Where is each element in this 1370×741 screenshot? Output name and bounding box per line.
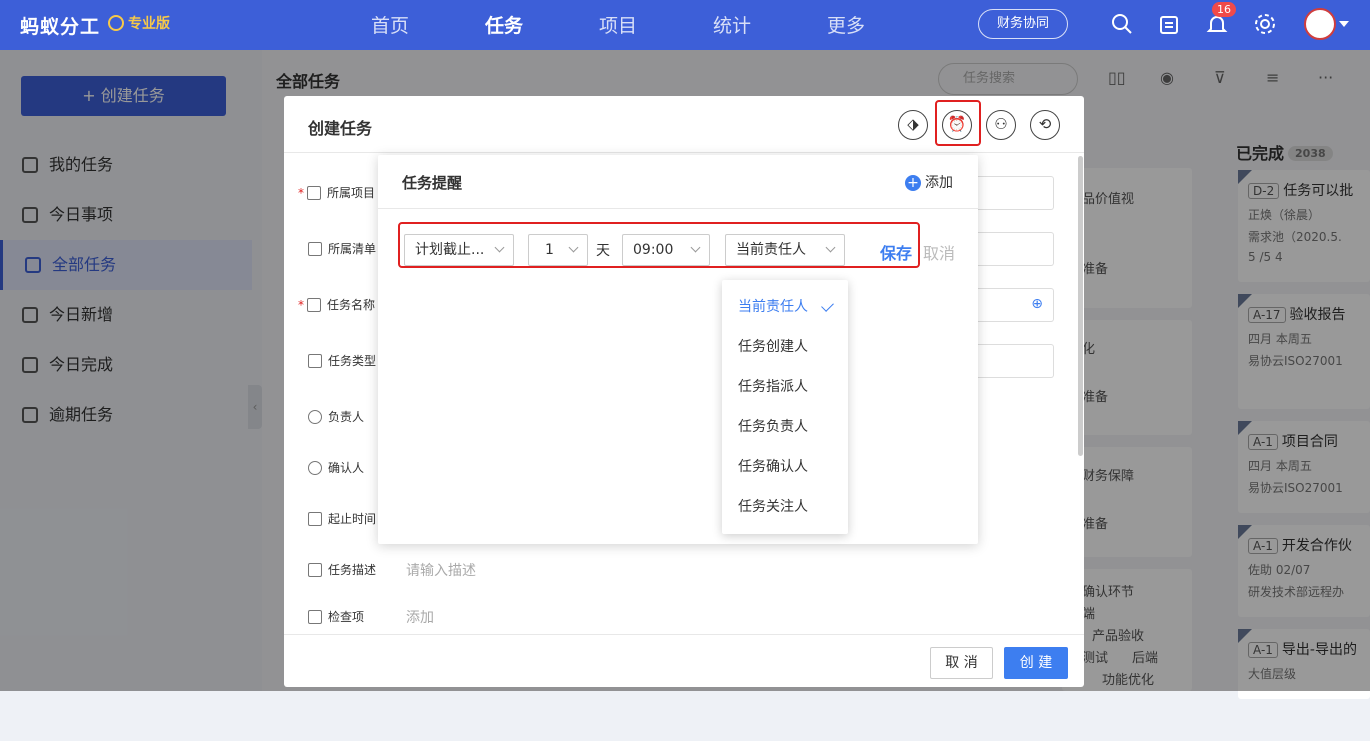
notification-badge: 16 — [1212, 2, 1236, 17]
modal-footer: 取 消 创 建 — [284, 634, 1084, 687]
users-icon[interactable]: ⚇ — [986, 110, 1016, 140]
type-icon — [308, 354, 322, 368]
field-label: 所属清单 — [328, 242, 377, 256]
repeat-icon[interactable]: ⟲ — [1030, 110, 1060, 140]
field-label: 负责人 — [328, 410, 365, 424]
field-description: 任务描述 — [308, 561, 376, 578]
checklist-add[interactable]: 添加 — [406, 607, 434, 627]
description-input[interactable]: 请输入描述 — [406, 560, 476, 580]
task-type-select[interactable] — [978, 344, 1054, 378]
edition-label: 专业版 — [128, 16, 170, 32]
field-assignee: 负责人 — [308, 408, 364, 425]
calendar-icon — [308, 512, 322, 526]
field-label: 检查项 — [328, 610, 365, 624]
divider — [378, 208, 978, 209]
reminder-title: 任务提醒 — [402, 174, 463, 192]
field-label: 任务类型 — [328, 354, 377, 368]
field-label: 任务名称 — [327, 298, 376, 312]
recipient-dropdown: 当前责任人 任务创建人 任务指派人 任务负责人 任务确认人 任务关注人 — [722, 280, 848, 534]
calendar-icon[interactable] — [1157, 12, 1181, 36]
nav-home[interactable]: 首页 — [371, 11, 409, 38]
field-checklist: 检查项 — [308, 608, 364, 625]
finance-button[interactable]: 财务协同 — [978, 9, 1068, 39]
app-logo[interactable]: 蚂蚁分工 — [20, 12, 100, 39]
plus-icon: + — [905, 175, 921, 191]
check-icon — [821, 299, 834, 312]
project-select[interactable] — [978, 176, 1054, 210]
highlight-box — [398, 222, 920, 268]
field-label: 起止时间 — [328, 512, 377, 526]
task-name-input[interactable]: ⊕ — [978, 288, 1054, 322]
tag-icon[interactable]: ⬗ — [898, 110, 928, 140]
user-icon — [308, 410, 322, 424]
highlight-box — [935, 100, 981, 146]
top-bar: 蚂蚁分工 专业版 首页 任务 项目 统计 更多 财务协同 16 — [0, 0, 1370, 50]
field-label: 所属项目 — [327, 186, 376, 200]
field-project: * 所属项目 — [298, 184, 375, 201]
dropdown-option[interactable]: 任务创建人 — [738, 336, 808, 356]
diamond-icon — [108, 15, 124, 31]
layers-icon — [307, 186, 321, 200]
field-confirmer: 确认人 — [308, 459, 364, 476]
avatar[interactable] — [1304, 8, 1336, 40]
modal-header: 创建任务 ⬗ ⏰ ⚇ ⟲ — [284, 96, 1084, 153]
list-icon — [308, 242, 322, 256]
note-icon — [308, 563, 322, 577]
nav-projects[interactable]: 项目 — [599, 11, 637, 38]
add-reminder-button[interactable]: + 添加 — [905, 172, 953, 192]
field-task-type: 任务类型 — [308, 352, 376, 369]
field-label: 确认人 — [328, 461, 365, 475]
dropdown-option[interactable]: 任务确认人 — [738, 456, 808, 476]
dropdown-option[interactable]: 任务指派人 — [738, 376, 808, 396]
dropdown-option[interactable]: 任务关注人 — [738, 496, 808, 516]
field-task-name: * 任务名称 — [298, 296, 375, 313]
field-date-range: 起止时间 — [308, 510, 376, 527]
search-icon[interactable] — [1110, 12, 1134, 36]
chevron-down-icon[interactable] — [1339, 21, 1349, 27]
cancel-button[interactable]: 取消 — [923, 240, 955, 264]
field-list: 所属清单 — [308, 240, 376, 257]
checkbox-icon — [308, 610, 322, 624]
scrollbar[interactable] — [1078, 156, 1083, 456]
clipboard-icon — [307, 298, 321, 312]
list-select[interactable] — [978, 232, 1054, 266]
edition-badge: 专业版 — [108, 13, 170, 33]
users-icon — [308, 461, 322, 475]
add-label: 添加 — [925, 175, 953, 191]
task-reminder-popup: 任务提醒 + 添加 计划截止... 1 天 09:00 当前责任人 保存 取消 — [378, 155, 978, 544]
required-asterisk: * — [298, 186, 304, 200]
modal-title: 创建任务 — [308, 119, 373, 138]
gear-icon[interactable] — [1253, 12, 1277, 36]
nav-tasks[interactable]: 任务 — [485, 11, 523, 38]
create-button[interactable]: 创 建 — [1004, 647, 1068, 679]
nav-stats[interactable]: 统计 — [713, 11, 751, 38]
cancel-button[interactable]: 取 消 — [930, 647, 993, 679]
field-label: 任务描述 — [328, 563, 377, 577]
required-asterisk: * — [298, 298, 304, 312]
nav-more[interactable]: 更多 — [827, 11, 865, 38]
dropdown-option[interactable]: 任务负责人 — [738, 416, 808, 436]
dropdown-option-selected[interactable]: 当前责任人 — [738, 296, 808, 316]
plus-circle-icon[interactable]: ⊕ — [1031, 296, 1043, 312]
